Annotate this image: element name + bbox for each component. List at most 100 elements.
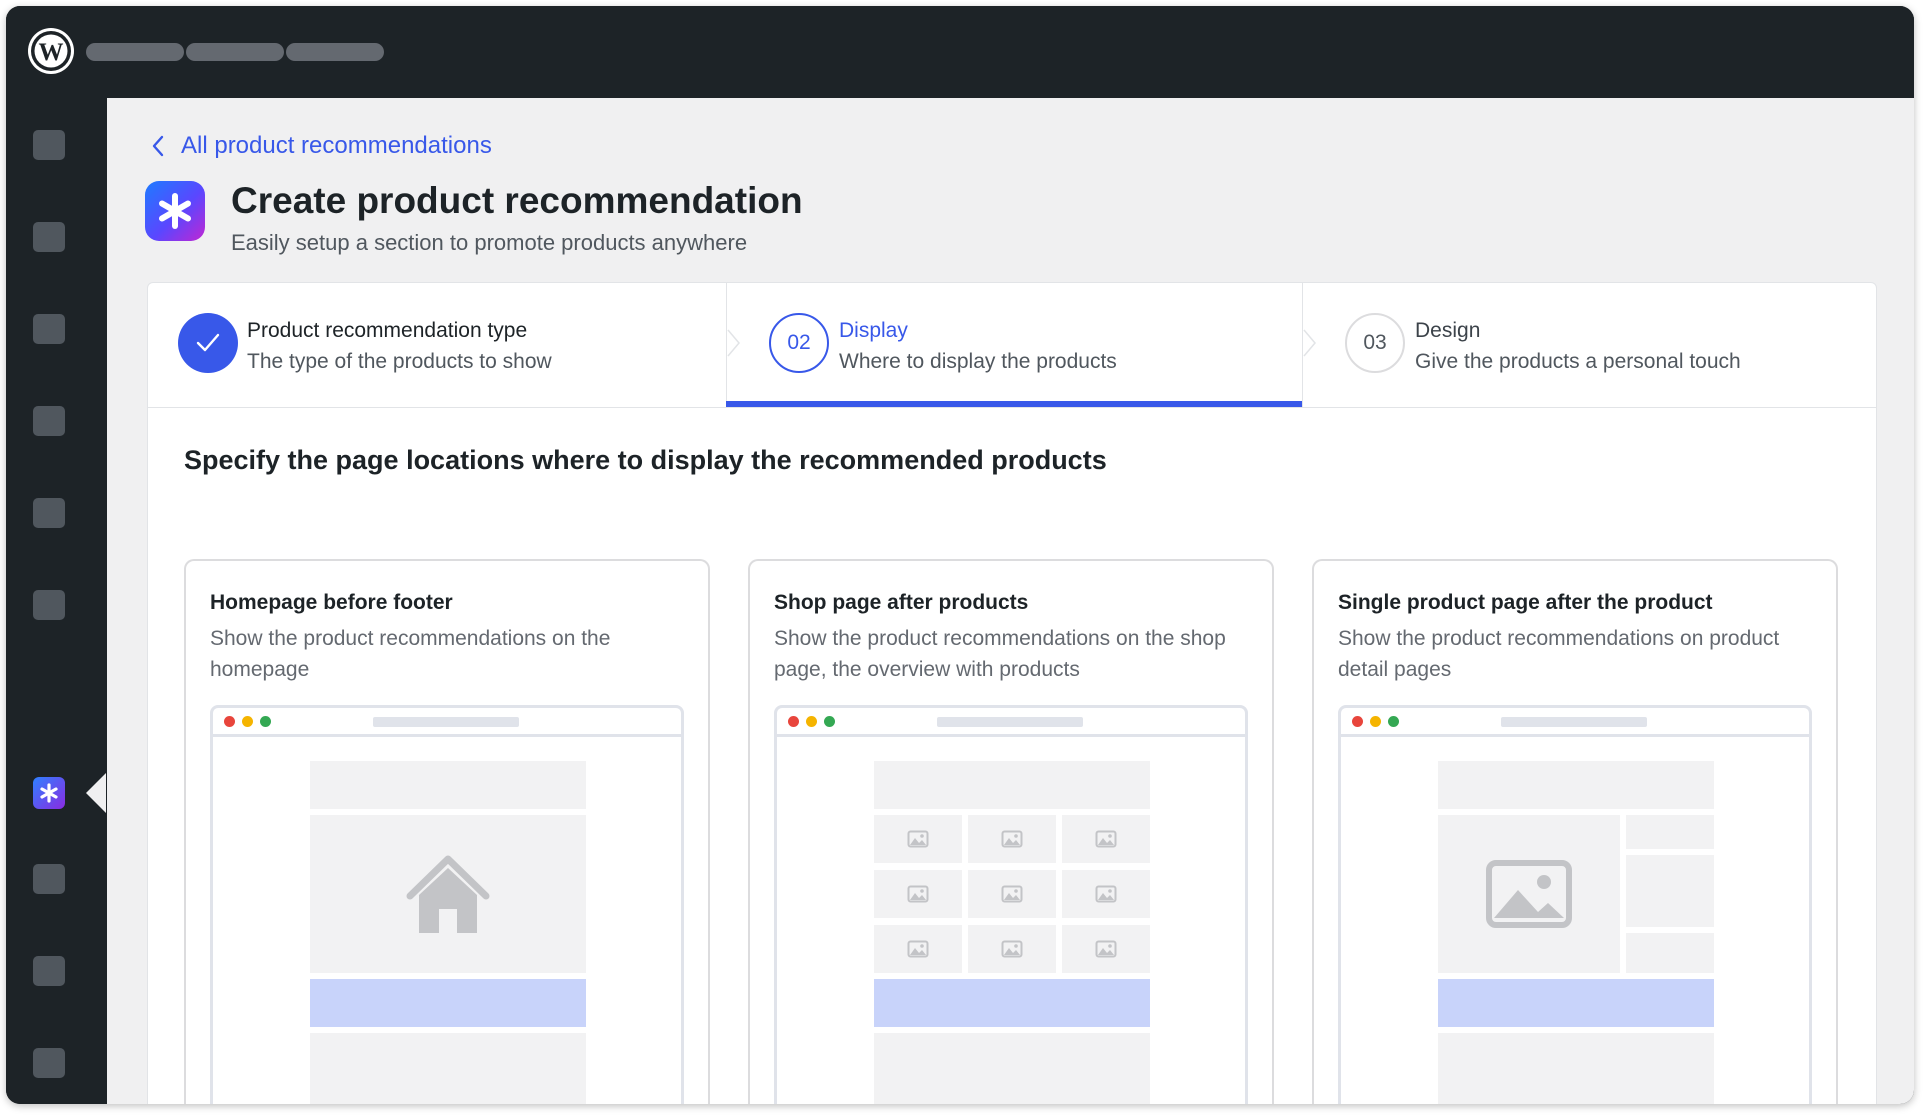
product-info-block bbox=[1626, 855, 1714, 927]
recommendation-block bbox=[310, 979, 586, 1027]
footer-block bbox=[310, 1033, 586, 1104]
top-menu-placeholder-3[interactable] bbox=[286, 43, 384, 61]
admin-sidebar bbox=[6, 98, 106, 1104]
step-type[interactable]: Product recommendation type The type of … bbox=[148, 283, 726, 407]
option-card-shop-page[interactable]: Shop page after products Show the produc… bbox=[748, 559, 1274, 1104]
active-step-indicator bbox=[726, 401, 1302, 407]
wizard-panel: Product recommendation type The type of … bbox=[147, 282, 1877, 1104]
browser-toolbar bbox=[1341, 708, 1809, 737]
page-header-block bbox=[874, 761, 1150, 809]
window-dot-red bbox=[788, 716, 799, 727]
step-title: Product recommendation type bbox=[247, 319, 528, 342]
section-heading: Specify the page locations where to disp… bbox=[184, 445, 1107, 475]
app-window: W All product recommendations Create pro… bbox=[6, 6, 1914, 1104]
image-icon bbox=[1095, 830, 1117, 848]
browser-url-bar bbox=[937, 717, 1083, 727]
step-title: Display bbox=[839, 319, 908, 342]
sidebar-item-4[interactable] bbox=[33, 406, 65, 436]
hero-block bbox=[310, 815, 586, 973]
image-icon bbox=[907, 830, 929, 848]
window-dot-green bbox=[260, 716, 271, 727]
image-icon bbox=[907, 885, 929, 903]
chevron-left-icon bbox=[152, 135, 164, 157]
plugin-logo-icon bbox=[145, 181, 205, 241]
option-card-homepage[interactable]: Homepage before footer Show the product … bbox=[184, 559, 710, 1104]
browser-mockup bbox=[1338, 705, 1812, 1104]
back-link-label: All product recommendations bbox=[181, 132, 492, 159]
recommendation-block bbox=[1438, 979, 1714, 1027]
product-tile bbox=[968, 925, 1056, 973]
step-display[interactable]: 02 Display Where to display the products bbox=[727, 283, 1302, 407]
image-icon bbox=[907, 940, 929, 958]
step-completed-check-icon bbox=[178, 313, 238, 373]
page-subtitle: Easily setup a section to promote produc… bbox=[231, 230, 748, 255]
window-dot-red bbox=[1352, 716, 1363, 727]
product-tile bbox=[874, 870, 962, 918]
image-icon bbox=[1001, 885, 1023, 903]
product-tile bbox=[874, 925, 962, 973]
image-icon bbox=[1001, 940, 1023, 958]
browser-mockup bbox=[774, 705, 1248, 1104]
product-info-block bbox=[1626, 933, 1714, 973]
step-title: Design bbox=[1415, 319, 1481, 342]
sidebar-item-5[interactable] bbox=[33, 498, 65, 528]
sidebar-item-10[interactable] bbox=[33, 1048, 65, 1078]
page-header-block bbox=[310, 761, 586, 809]
sidebar-item-9[interactable] bbox=[33, 956, 65, 986]
browser-toolbar bbox=[213, 708, 681, 737]
admin-top-bar: W bbox=[6, 6, 1914, 98]
svg-text:W: W bbox=[39, 39, 64, 66]
recommendation-block bbox=[874, 979, 1150, 1027]
window-dot-green bbox=[824, 716, 835, 727]
back-link[interactable]: All product recommendations bbox=[151, 132, 492, 160]
option-description: Show the product recommendations on the … bbox=[210, 627, 611, 681]
image-icon bbox=[1095, 885, 1117, 903]
image-icon bbox=[1095, 940, 1117, 958]
page-title: Create product recommendation bbox=[231, 180, 803, 221]
option-description: Show the product recommendations on the … bbox=[774, 627, 1226, 681]
sidebar-item-3[interactable] bbox=[33, 314, 65, 344]
sidebar-item-product-recommendations[interactable] bbox=[33, 777, 65, 809]
window-dot-red bbox=[224, 716, 235, 727]
option-card-single-product[interactable]: Single product page after the product Sh… bbox=[1312, 559, 1838, 1104]
home-icon bbox=[406, 855, 490, 933]
asterisk-icon bbox=[40, 783, 58, 803]
product-tile bbox=[1062, 815, 1150, 863]
browser-toolbar bbox=[777, 708, 1245, 737]
image-icon bbox=[1001, 830, 1023, 848]
window-dot-yellow bbox=[1370, 716, 1381, 727]
step-description: Where to display the products bbox=[839, 350, 1117, 373]
product-tile bbox=[1062, 870, 1150, 918]
page-header-block bbox=[1438, 761, 1714, 809]
wizard-steps: Product recommendation type The type of … bbox=[148, 283, 1876, 408]
browser-url-bar bbox=[1501, 717, 1647, 727]
sidebar-item-8[interactable] bbox=[33, 864, 65, 894]
product-tile bbox=[874, 815, 962, 863]
sidebar-item-1[interactable] bbox=[33, 130, 65, 160]
product-tile bbox=[968, 870, 1056, 918]
option-title: Homepage before footer bbox=[210, 591, 453, 614]
step-description: Give the products a personal touch bbox=[1415, 350, 1741, 373]
step-number-badge: 02 bbox=[769, 313, 829, 373]
wordpress-logo-icon[interactable]: W bbox=[28, 28, 74, 74]
product-info-block bbox=[1626, 815, 1714, 849]
window-dot-yellow bbox=[242, 716, 253, 727]
step-number-badge: 03 bbox=[1345, 313, 1405, 373]
option-title: Shop page after products bbox=[774, 591, 1029, 614]
product-tile bbox=[968, 815, 1056, 863]
sidebar-item-6[interactable] bbox=[33, 590, 65, 620]
image-icon bbox=[1486, 860, 1572, 928]
top-menu-placeholder-2[interactable] bbox=[186, 43, 284, 61]
footer-block bbox=[874, 1033, 1150, 1104]
product-tile bbox=[1062, 925, 1150, 973]
browser-mockup bbox=[210, 705, 684, 1104]
window-dot-green bbox=[1388, 716, 1399, 727]
top-menu-placeholder-1[interactable] bbox=[86, 43, 184, 61]
footer-block bbox=[1438, 1033, 1714, 1104]
main-content: All product recommendations Create produ… bbox=[107, 98, 1914, 1104]
sidebar-active-indicator bbox=[86, 773, 106, 813]
step-design[interactable]: 03 Design Give the products a personal t… bbox=[1303, 283, 1876, 407]
option-description: Show the product recommendations on prod… bbox=[1338, 627, 1780, 681]
product-image-block bbox=[1438, 815, 1620, 973]
sidebar-item-2[interactable] bbox=[33, 222, 65, 252]
